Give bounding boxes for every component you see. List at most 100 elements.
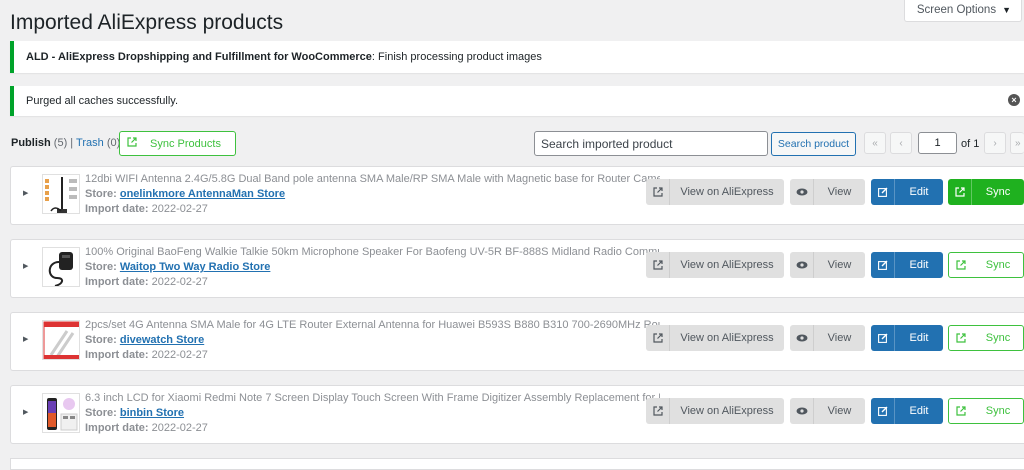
store-label: Store: bbox=[85, 334, 117, 346]
prev-page-button[interactable]: ‹ bbox=[890, 132, 912, 154]
expand-caret-icon[interactable]: ▶ bbox=[23, 189, 28, 197]
store-link[interactable]: binbin Store bbox=[120, 407, 184, 419]
view-on-aliexpress-label: View on AliExpress bbox=[680, 186, 774, 198]
edit-button[interactable]: Edit bbox=[871, 179, 943, 205]
product-row: ▶ 2pcs/set 4G Antenna SMA Male for 4G LT… bbox=[10, 312, 1024, 371]
view-on-aliexpress-button[interactable]: View on AliExpress bbox=[646, 252, 784, 278]
sync-button[interactable]: Sync bbox=[948, 398, 1024, 424]
expand-caret-icon[interactable]: ▶ bbox=[23, 262, 28, 270]
eye-icon bbox=[790, 398, 814, 424]
eye-icon bbox=[790, 179, 814, 205]
edit-button[interactable]: Edit bbox=[871, 398, 943, 424]
view-on-aliexpress-label: View on AliExpress bbox=[680, 332, 774, 344]
import-date-label: Import date: bbox=[85, 349, 149, 361]
expand-caret-icon[interactable]: ▶ bbox=[23, 335, 28, 343]
expand-caret-icon[interactable]: ▶ bbox=[23, 408, 28, 416]
view-on-aliexpress-button[interactable]: View on AliExpress bbox=[646, 398, 784, 424]
view-button[interactable]: View bbox=[790, 398, 865, 424]
product-title: 100% Original BaoFeng Walkie Talkie 50km… bbox=[85, 246, 660, 258]
sync-label: Sync bbox=[985, 259, 1011, 271]
product-store: Store: divewatch Store bbox=[85, 334, 204, 346]
filter-publish[interactable]: Publish bbox=[11, 137, 51, 149]
total-pages: of 1 bbox=[961, 138, 980, 150]
product-import-date: Import date: 2022-02-27 bbox=[85, 349, 208, 361]
external-link-icon bbox=[646, 398, 670, 424]
edit-label: Edit bbox=[909, 332, 929, 344]
product-import-date: Import date: 2022-02-27 bbox=[85, 203, 208, 215]
external-link-icon bbox=[646, 252, 670, 278]
notice-purged: Purged all caches successfully. × bbox=[10, 86, 1024, 116]
view-label: View bbox=[827, 186, 852, 198]
sync-button[interactable]: Sync bbox=[948, 179, 1024, 205]
page-title: Imported AliExpress products bbox=[10, 11, 284, 34]
filter-separator: | bbox=[67, 137, 77, 149]
import-date-label: Import date: bbox=[85, 422, 149, 434]
sync-label: Sync bbox=[985, 186, 1011, 198]
view-on-aliexpress-button[interactable]: View on AliExpress bbox=[646, 325, 784, 351]
edit-icon bbox=[871, 398, 895, 424]
filter-trash[interactable]: Trash bbox=[76, 137, 104, 149]
edit-icon bbox=[871, 179, 895, 205]
edit-button[interactable]: Edit bbox=[871, 252, 943, 278]
product-import-date: Import date: 2022-02-27 bbox=[85, 276, 208, 288]
product-import-date: Import date: 2022-02-27 bbox=[85, 422, 208, 434]
search-product-button[interactable]: Search product bbox=[771, 132, 856, 156]
import-date-value: 2022-02-27 bbox=[151, 276, 208, 288]
product-store: Store: Waitop Two Way Radio Store bbox=[85, 261, 270, 273]
import-date-label: Import date: bbox=[85, 276, 149, 288]
screen-options-label: Screen Options bbox=[916, 3, 997, 16]
product-thumbnail bbox=[42, 247, 80, 287]
view-button[interactable]: View bbox=[790, 179, 865, 205]
screen-options-toggle[interactable]: Screen Options ▼ bbox=[903, 0, 1022, 22]
current-page-input[interactable]: 1 bbox=[918, 132, 957, 154]
import-date-label: Import date: bbox=[85, 203, 149, 215]
view-button[interactable]: View bbox=[790, 325, 865, 351]
external-link-icon bbox=[120, 137, 144, 150]
product-thumbnail bbox=[42, 174, 80, 214]
notice-processing-text: : Finish processing product images bbox=[371, 51, 542, 63]
notice-purged-text: Purged all caches successfully. bbox=[26, 95, 179, 107]
product-title: 12dbi WIFI Antenna 2.4G/5.8G Dual Band p… bbox=[85, 173, 660, 185]
sync-label: Sync bbox=[985, 332, 1011, 344]
edit-button[interactable]: Edit bbox=[871, 325, 943, 351]
product-row: ▶ 100% Original BaoFeng Walkie Talkie 50… bbox=[10, 239, 1024, 298]
external-link-icon bbox=[949, 326, 973, 350]
first-page-button[interactable]: « bbox=[864, 132, 886, 154]
view-label: View bbox=[827, 259, 852, 271]
store-label: Store: bbox=[85, 261, 117, 273]
last-page-button[interactable]: » bbox=[1010, 132, 1024, 154]
caret-down-icon: ▼ bbox=[1002, 4, 1011, 15]
store-link[interactable]: Waitop Two Way Radio Store bbox=[120, 261, 271, 273]
product-thumbnail bbox=[42, 320, 80, 360]
external-link-icon bbox=[949, 399, 973, 423]
product-row: ▶ 6.3 inch LCD for Xiaomi Redmi Note 7 S… bbox=[10, 385, 1024, 444]
external-link-icon bbox=[646, 179, 670, 205]
sync-button[interactable]: Sync bbox=[948, 252, 1024, 278]
edit-icon bbox=[871, 252, 895, 278]
notice-plugin-name: ALD - AliExpress Dropshipping and Fulfil… bbox=[26, 51, 372, 63]
eye-icon bbox=[790, 325, 814, 351]
view-button[interactable]: View bbox=[790, 252, 865, 278]
search-input[interactable] bbox=[534, 131, 768, 156]
product-thumbnail bbox=[42, 393, 80, 433]
sync-button[interactable]: Sync bbox=[948, 325, 1024, 351]
filter-publish-count: (5) bbox=[53, 137, 68, 149]
edit-label: Edit bbox=[909, 259, 929, 271]
next-page-button[interactable]: › bbox=[984, 132, 1006, 154]
view-on-aliexpress-button[interactable]: View on AliExpress bbox=[646, 179, 784, 205]
import-date-value: 2022-02-27 bbox=[151, 203, 208, 215]
store-link[interactable]: onelinkmore AntennaMan Store bbox=[120, 188, 285, 200]
store-link[interactable]: divewatch Store bbox=[120, 334, 204, 346]
sync-products-button[interactable]: Sync Products bbox=[119, 131, 236, 156]
external-link-icon bbox=[948, 179, 972, 205]
sync-products-label: Sync Products bbox=[150, 137, 221, 150]
product-title: 2pcs/set 4G Antenna SMA Male for 4G LTE … bbox=[85, 319, 660, 331]
external-link-icon bbox=[949, 253, 973, 277]
dismiss-icon[interactable]: × bbox=[1008, 94, 1020, 106]
store-label: Store: bbox=[85, 188, 117, 200]
external-link-icon bbox=[646, 325, 670, 351]
notice-processing: ALD - AliExpress Dropshipping and Fulfil… bbox=[10, 41, 1024, 73]
product-title: 6.3 inch LCD for Xiaomi Redmi Note 7 Scr… bbox=[85, 392, 660, 404]
edit-label: Edit bbox=[909, 405, 929, 417]
product-store: Store: binbin Store bbox=[85, 407, 184, 419]
